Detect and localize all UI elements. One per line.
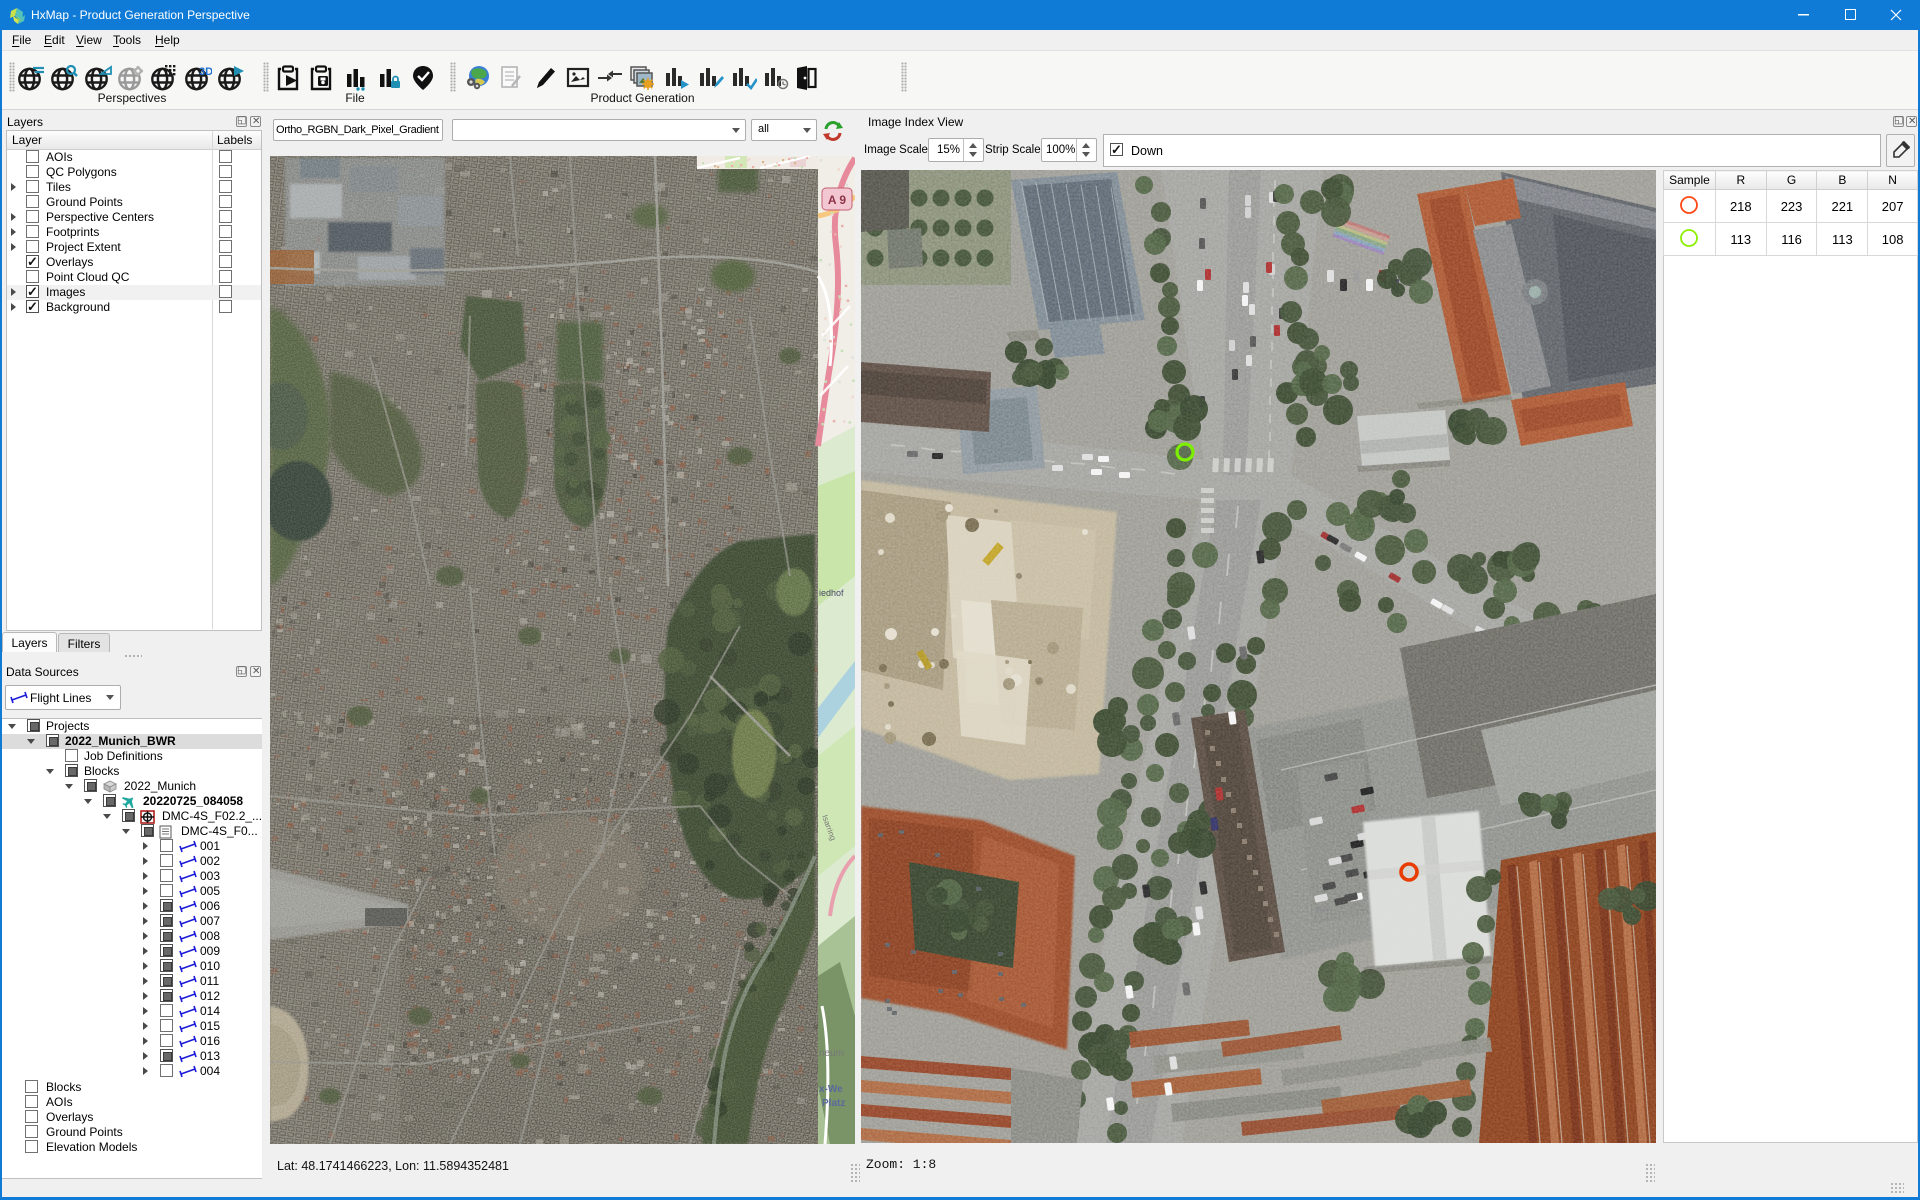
svg-text:A 9: A 9 xyxy=(828,193,847,207)
svg-text:iedhof: iedhof xyxy=(819,588,844,598)
svg-text:Platz: Platz xyxy=(822,1098,845,1109)
svg-text:3D: 3D xyxy=(199,66,212,78)
svg-text:x-We: x-We xyxy=(819,1084,843,1095)
svg-text:neum: neum xyxy=(819,1048,844,1059)
